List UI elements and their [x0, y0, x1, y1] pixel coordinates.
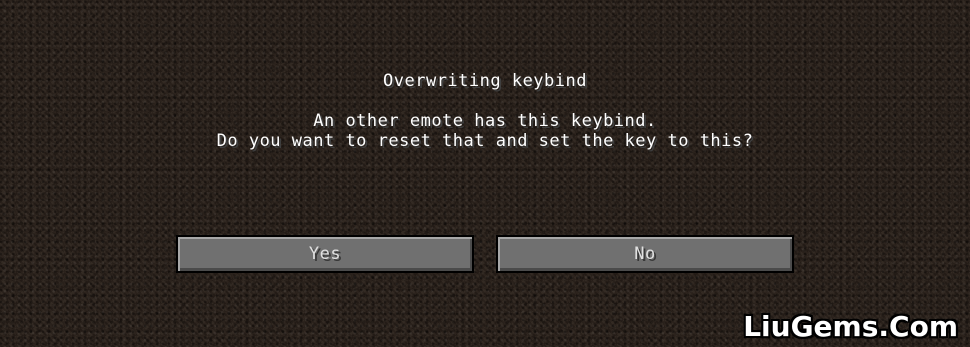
dialog-message: An other emote has this keybind. Do you …: [0, 111, 970, 151]
watermark: LiuGems.Com: [743, 310, 958, 343]
yes-button-label: Yes: [308, 244, 342, 264]
no-button[interactable]: No: [496, 235, 794, 273]
message-line-1: An other emote has this keybind.: [313, 111, 657, 131]
dialog-title: Overwriting keybind: [383, 71, 587, 91]
yes-button[interactable]: Yes: [176, 235, 474, 273]
message-line-2: Do you want to reset that and set the ke…: [216, 131, 754, 151]
no-button-label: No: [634, 244, 656, 264]
dirt-background-screen: Overwriting keybind An other emote has t…: [0, 0, 970, 347]
